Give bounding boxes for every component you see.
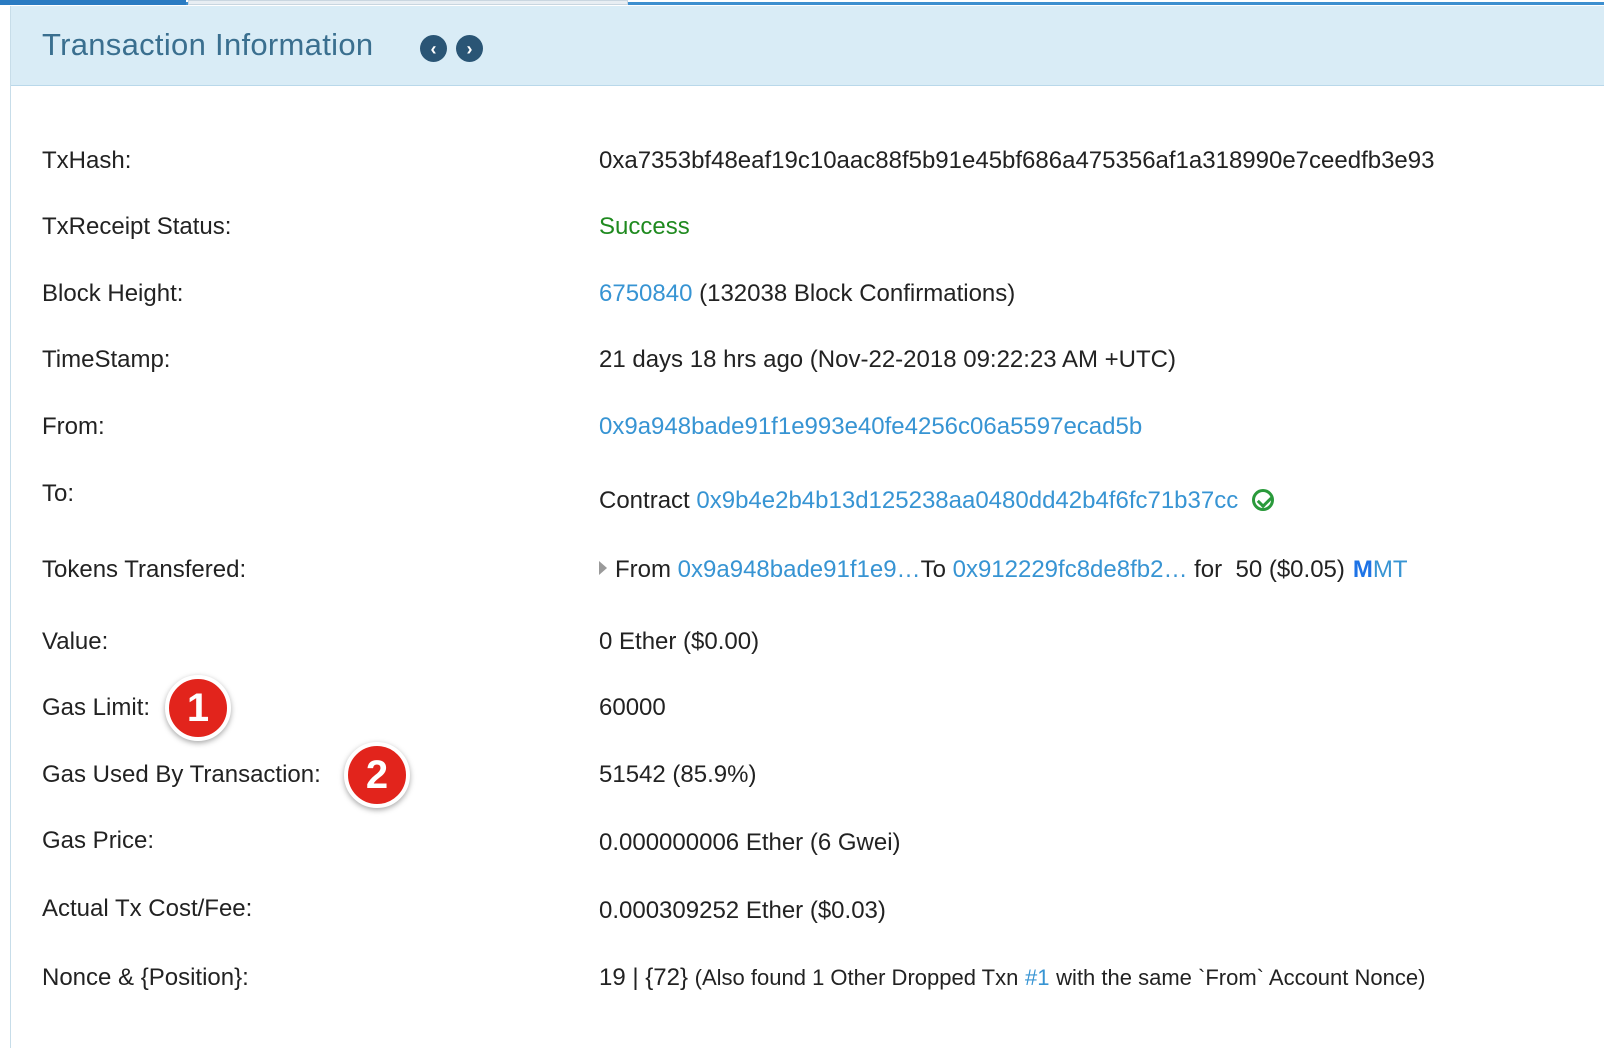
tab-active[interactable] [0, 0, 186, 5]
annotation-badge-1: 1 [165, 675, 231, 741]
nonce-note-pre: (Also found 1 Other Dropped Txn [694, 965, 1019, 990]
gas-price-value: 0.000000006 Ether (6 Gwei) [599, 829, 901, 856]
gas-price-label: Gas Price: [42, 827, 155, 854]
status-value: Success [599, 213, 690, 240]
fee-value: 0.000309252 Ether ($0.03) [599, 897, 886, 924]
page-title: Transaction Information [42, 27, 374, 62]
value-value: 0 Ether ($0.00) [599, 628, 760, 655]
tab-inactive[interactable] [188, 0, 628, 5]
chevron-left-icon[interactable]: ‹ [420, 35, 447, 62]
block-height-label: Block Height: [42, 280, 184, 307]
txhash-label: TxHash: [42, 147, 132, 174]
fee-label: Actual Tx Cost/Fee: [42, 895, 253, 922]
value-label: Value: [42, 628, 109, 655]
block-link[interactable]: 6750840 [599, 280, 692, 307]
token-logo-icon: M [1352, 556, 1373, 583]
tokens-amount: for 50 ($0.05) [1194, 556, 1345, 583]
chevron-right-icon[interactable]: › [456, 35, 483, 62]
to-label: To: [42, 480, 75, 507]
dropped-txn-link[interactable]: #1 [1025, 965, 1049, 990]
tokens-label: Tokens Transfered: [42, 556, 247, 583]
tokens-from-link[interactable]: 0x9a948bade91f1e9… [678, 556, 921, 583]
timestamp-value: 21 days 18 hrs ago (Nov-22-2018 09:22:23… [599, 346, 1176, 373]
annotation-badge-2: 2 [344, 742, 410, 808]
caret-right-icon[interactable] [599, 561, 607, 575]
gas-used-value: 51542 (85.9%) [599, 761, 757, 788]
nonce-position: 19 | {72} [599, 964, 688, 991]
from-label: From: [42, 413, 105, 440]
nonce-label: Nonce & {Position}: [42, 964, 249, 991]
from-address-link[interactable]: 0x9a948bade91f1e993e40fe4256c06a5597ecad… [599, 413, 1142, 441]
nonce-value: 19 | {72} (Also found 1 Other Dropped Tx… [599, 964, 1425, 992]
tokens-to-link[interactable]: 0x912229fc8de8fb2… [953, 556, 1188, 583]
panel-header: Transaction Information ‹ › [11, 6, 1604, 86]
tokens-to-text: To [920, 556, 946, 583]
to-value: Contract 0x9b4e2b4b13d125238aa0480dd42b4… [599, 487, 1275, 515]
gas-limit-value: 60000 [599, 694, 666, 721]
timestamp-label: TimeStamp: [42, 346, 171, 373]
contract-prefix: Contract [599, 487, 690, 514]
nonce-note-post: with the same `From` Account Nonce) [1056, 965, 1426, 990]
token-symbol-link[interactable]: MT [1373, 556, 1408, 583]
block-height-value: 6750840 (132038 Block Confirmations) [599, 280, 1015, 308]
check-circle-icon [1252, 489, 1275, 511]
tokens-from-text: From [615, 556, 671, 583]
block-confirmations: (132038 Block Confirmations) [699, 280, 1016, 307]
transaction-panel: Transaction Information ‹ › TxHash: 0xa7… [10, 6, 1604, 1048]
gas-used-label: Gas Used By Transaction: [42, 761, 321, 788]
txhash-value: 0xa7353bf48eaf19c10aac88f5b91e45bf686a47… [599, 147, 1435, 174]
tokens-value: From 0x9a948bade91f1e9…To 0x912229fc8de8… [599, 556, 1408, 584]
status-label: TxReceipt Status: [42, 213, 232, 240]
gas-limit-label: Gas Limit: [42, 694, 151, 721]
contract-address-link[interactable]: 0x9b4e2b4b13d125238aa0480dd42b4f6fc71b37… [696, 487, 1238, 514]
